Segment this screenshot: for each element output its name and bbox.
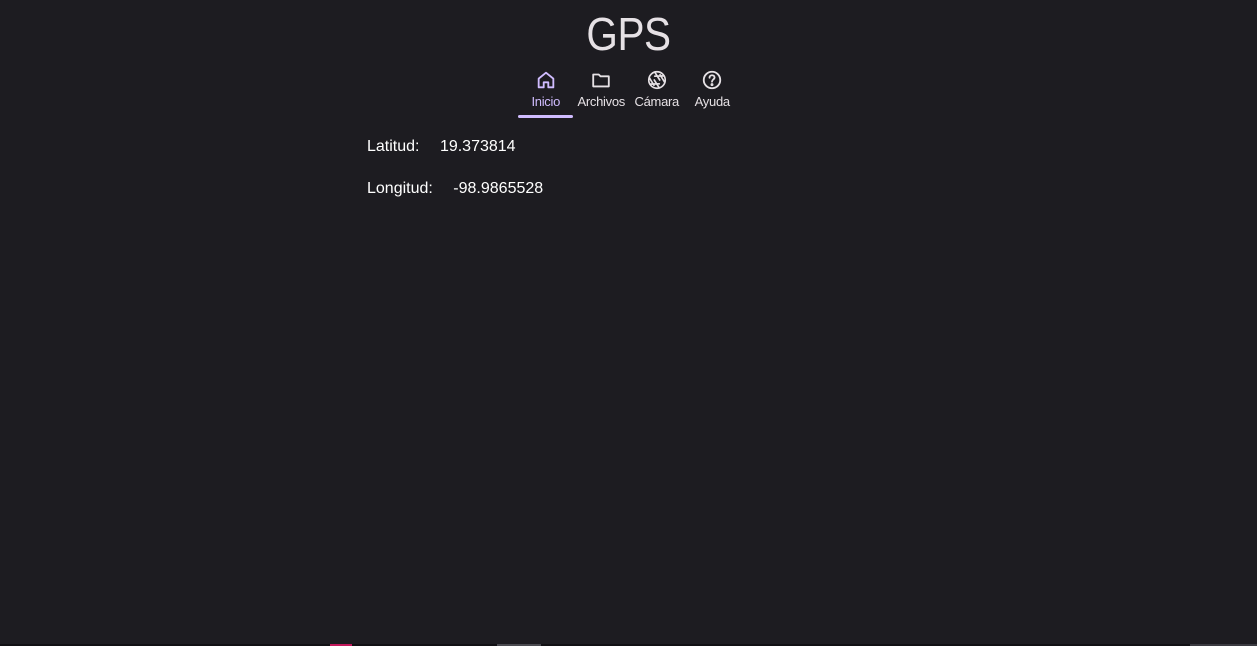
latitude-value: 19.373814 bbox=[439, 138, 516, 155]
longitude-row: Longitud: -98.9865528 bbox=[367, 178, 543, 200]
longitude-label: Longitud: bbox=[367, 180, 433, 197]
folder-icon bbox=[590, 69, 612, 91]
longitude-value: -98.9865528 bbox=[453, 180, 544, 197]
tab-archivos[interactable]: Archivos bbox=[574, 66, 630, 118]
latitude-row: Latitud: 19.373814 bbox=[367, 136, 543, 158]
tab-inicio-label: Inicio bbox=[531, 94, 561, 109]
tab-camara[interactable]: Cámara bbox=[629, 66, 685, 118]
tab-archivos-label: Archivos bbox=[577, 94, 626, 109]
tab-ayuda-label: Ayuda bbox=[694, 94, 730, 109]
page-title: GPS bbox=[586, 8, 671, 60]
active-tab-indicator bbox=[518, 115, 573, 118]
camera-shutter-icon bbox=[646, 69, 668, 91]
home-icon bbox=[535, 69, 557, 91]
tab-ayuda[interactable]: Ayuda bbox=[685, 66, 741, 118]
tab-inicio[interactable]: Inicio bbox=[518, 66, 574, 118]
tab-camara-label: Cámara bbox=[634, 94, 680, 109]
help-icon bbox=[701, 69, 723, 91]
location-panel: Latitud: 19.373814 Longitud: -98.9865528 bbox=[367, 136, 543, 200]
tab-bar: Inicio Archivos Cámara Ayuda bbox=[518, 66, 740, 118]
latitude-label: Latitud: bbox=[367, 138, 420, 155]
